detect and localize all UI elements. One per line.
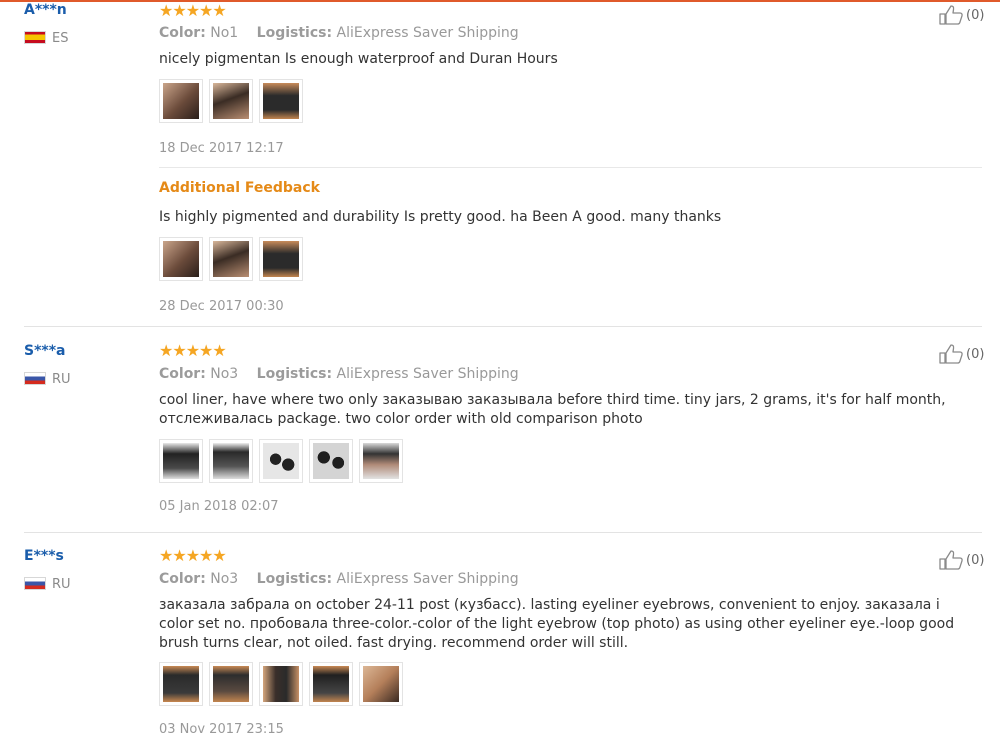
helpful-count: (0) bbox=[966, 552, 985, 568]
review-photos bbox=[159, 439, 403, 483]
helpful-button[interactable]: (0) bbox=[938, 4, 984, 26]
reviewer-name[interactable]: S***a bbox=[24, 343, 66, 359]
logistics-label: Logistics: bbox=[256, 25, 333, 41]
review-photo[interactable] bbox=[159, 237, 203, 281]
review-photo[interactable] bbox=[359, 439, 403, 483]
logistics-label: Logistics: bbox=[256, 571, 333, 587]
review-photo[interactable] bbox=[309, 439, 353, 483]
helpful-count: (0) bbox=[966, 7, 985, 23]
color-label: Color: bbox=[159, 571, 206, 587]
review-separator bbox=[24, 326, 982, 327]
review-photo[interactable] bbox=[159, 439, 203, 483]
thumbs-up-icon bbox=[939, 550, 963, 570]
feedback-divider bbox=[159, 167, 982, 168]
review-meta: Color: No1 Logistics: AliExpress Saver S… bbox=[159, 25, 519, 41]
helpful-button[interactable]: (0) bbox=[938, 343, 984, 365]
review-photos bbox=[159, 662, 403, 706]
additional-feedback-photos bbox=[159, 237, 303, 281]
review-meta: Color: No3 Logistics: AliExpress Saver S… bbox=[159, 571, 519, 587]
color-value: No3 bbox=[210, 366, 239, 382]
reviewer-name[interactable]: E***s bbox=[24, 548, 64, 564]
color-label: Color: bbox=[159, 366, 206, 382]
rating-stars: ★★★★★ bbox=[159, 1, 227, 20]
review-photo[interactable] bbox=[259, 439, 303, 483]
color-value: No3 bbox=[210, 571, 239, 587]
review-photo[interactable] bbox=[209, 439, 253, 483]
reviewer-name[interactable]: A***n bbox=[24, 2, 67, 18]
review-date: 05 Jan 2018 02:07 bbox=[159, 499, 279, 514]
review-meta: Color: No3 Logistics: AliExpress Saver S… bbox=[159, 366, 519, 382]
logistics-value: AliExpress Saver Shipping bbox=[336, 25, 519, 41]
review-photo[interactable] bbox=[259, 237, 303, 281]
reviewer-country: RU bbox=[52, 372, 71, 387]
color-value: No1 bbox=[210, 25, 239, 41]
review-separator bbox=[24, 532, 982, 533]
thumbs-up-icon bbox=[939, 5, 963, 25]
review-photo[interactable] bbox=[209, 79, 253, 123]
review-photo[interactable] bbox=[159, 662, 203, 706]
helpful-button[interactable]: (0) bbox=[938, 549, 984, 571]
review-photo[interactable] bbox=[259, 79, 303, 123]
color-label: Color: bbox=[159, 25, 206, 41]
review-photo[interactable] bbox=[159, 79, 203, 123]
rating-stars: ★★★★★ bbox=[159, 546, 227, 565]
thumbs-up-icon bbox=[939, 344, 963, 364]
logistics-value: AliExpress Saver Shipping bbox=[336, 366, 519, 382]
reviewer-country: RU bbox=[52, 577, 71, 592]
review-text: заказала забрала on october 24-11 post (… bbox=[159, 597, 955, 651]
review-photo[interactable] bbox=[259, 662, 303, 706]
additional-feedback-title: Additional Feedback bbox=[159, 180, 320, 196]
review-date: 03 Nov 2017 23:15 bbox=[159, 722, 284, 737]
flag-ru-icon bbox=[24, 577, 46, 590]
review-photos bbox=[159, 79, 303, 123]
review-photo[interactable] bbox=[209, 662, 253, 706]
logistics-value: AliExpress Saver Shipping bbox=[336, 571, 519, 587]
reviewer-country: ES bbox=[52, 31, 69, 46]
rating-stars: ★★★★★ bbox=[159, 341, 227, 360]
flag-ru-icon bbox=[24, 372, 46, 385]
review-photo[interactable] bbox=[359, 662, 403, 706]
flag-es-icon bbox=[24, 31, 46, 44]
review-photo[interactable] bbox=[209, 237, 253, 281]
logistics-label: Logistics: bbox=[256, 366, 333, 382]
additional-feedback-text: Is highly pigmented and durability Is pr… bbox=[159, 209, 722, 225]
review-text: nicely pigmentan Is enough waterproof an… bbox=[159, 51, 558, 67]
additional-feedback-date: 28 Dec 2017 00:30 bbox=[159, 299, 284, 314]
review-photo[interactable] bbox=[309, 662, 353, 706]
review-text: cool liner, have where two only заказыва… bbox=[159, 392, 946, 427]
review-date: 18 Dec 2017 12:17 bbox=[159, 141, 284, 156]
top-accent-bar bbox=[0, 0, 1000, 2]
helpful-count: (0) bbox=[966, 346, 985, 362]
